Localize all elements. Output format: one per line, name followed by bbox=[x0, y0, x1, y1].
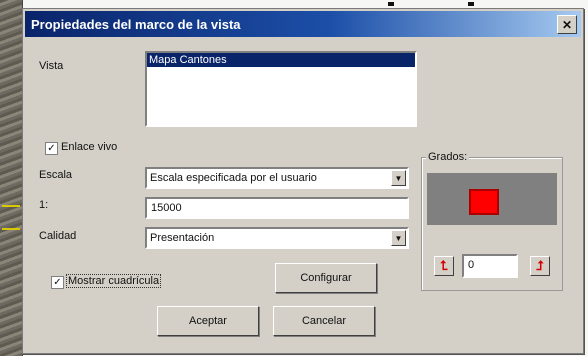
aceptar-button[interactable]: Aceptar bbox=[157, 306, 259, 336]
escala-select[interactable]: Escala especificada por el usuario ▼ bbox=[145, 167, 409, 189]
rotate-left-icon: ⮤ bbox=[440, 258, 448, 273]
escala-value: Escala especificada por el usuario bbox=[150, 172, 317, 184]
enlace-vivo-label: Enlace vivo bbox=[61, 141, 118, 153]
list-item[interactable]: Mapa Cantones bbox=[147, 53, 415, 67]
window-marker bbox=[468, 2, 474, 6]
calidad-select[interactable]: Presentación ▼ bbox=[145, 227, 409, 249]
frame-preview-square bbox=[469, 189, 499, 215]
calidad-value: Presentación bbox=[150, 232, 215, 244]
close-icon: ✕ bbox=[561, 17, 573, 32]
grados-group: Grados: ⮤ 0 ⮥ bbox=[421, 151, 563, 291]
map-line bbox=[2, 205, 20, 207]
escala-label: Escala bbox=[39, 169, 73, 181]
cancelar-button[interactable]: Cancelar bbox=[273, 306, 375, 336]
rotation-preview bbox=[427, 173, 557, 225]
ratio-label: 1: bbox=[39, 199, 49, 211]
rotate-left-button[interactable]: ⮤ bbox=[434, 256, 454, 276]
grados-title: Grados: bbox=[426, 151, 470, 163]
chevron-down-icon: ▼ bbox=[394, 233, 403, 243]
grados-input[interactable]: 0 bbox=[462, 254, 518, 278]
chevron-down-icon: ▼ bbox=[394, 173, 403, 183]
rotate-right-button[interactable]: ⮥ bbox=[530, 256, 550, 276]
vista-label: Vista bbox=[39, 60, 64, 72]
map-line bbox=[2, 228, 20, 230]
mostrar-cuadricula-label: Mostrar cuadrícula bbox=[65, 274, 162, 288]
title-bar[interactable]: Propiedades del marco de la vista ✕ bbox=[25, 11, 581, 37]
calidad-dropdown-button[interactable]: ▼ bbox=[391, 230, 406, 246]
calidad-label: Calidad bbox=[39, 230, 77, 242]
vista-listbox[interactable]: Mapa Cantones bbox=[145, 51, 417, 127]
mostrar-cuadricula-checkbox[interactable]: ✓ bbox=[51, 276, 64, 289]
configurar-button[interactable]: Configurar bbox=[275, 263, 377, 293]
view-frame-properties-dialog: Propiedades del marco de la vista ✕ Vist… bbox=[22, 8, 584, 354]
window-marker bbox=[388, 2, 394, 6]
ratio-input[interactable]: 15000 bbox=[145, 197, 409, 219]
escala-dropdown-button[interactable]: ▼ bbox=[391, 170, 406, 186]
map-background bbox=[0, 0, 23, 356]
enlace-vivo-checkbox[interactable]: ✓ bbox=[45, 142, 58, 155]
rotate-right-icon: ⮥ bbox=[536, 258, 544, 273]
dialog-title: Propiedades del marco de la vista bbox=[31, 17, 241, 32]
close-button[interactable]: ✕ bbox=[557, 15, 577, 34]
